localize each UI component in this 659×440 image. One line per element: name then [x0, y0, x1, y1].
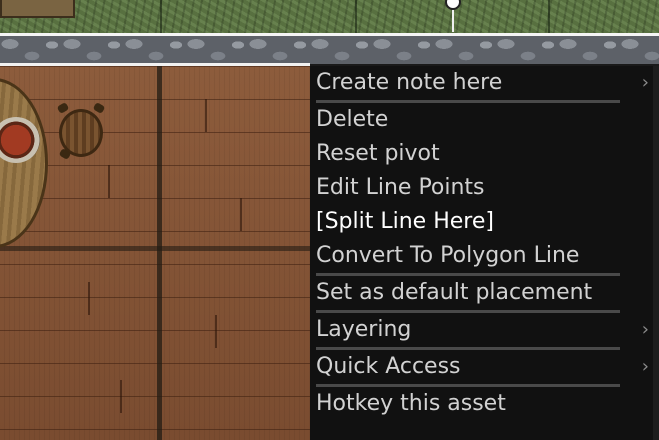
menu-item-set-as-default-placement[interactable]: Set as default placement	[310, 276, 659, 310]
grass-ground	[0, 0, 659, 36]
plank-seam	[215, 315, 217, 348]
menu-item-label: Set as default placement	[316, 280, 593, 305]
menu-scrollbar[interactable]	[653, 66, 659, 440]
plank-seam	[108, 165, 110, 198]
plank-seam	[240, 198, 242, 231]
grid-line	[157, 66, 162, 440]
menu-item-label: Hotkey this asset	[316, 391, 506, 416]
context-menu: Create note here › Delete Reset pivot Edit L…	[310, 66, 659, 440]
chevron-right-icon: ›	[641, 356, 649, 377]
chevron-right-icon: ›	[641, 72, 649, 93]
menu-item-label: Quick Access	[316, 354, 461, 379]
stone-wall[interactable]	[0, 36, 659, 64]
grid-line	[548, 0, 550, 36]
menu-item-label: Create note here	[316, 70, 503, 95]
wooden-crate[interactable]	[0, 0, 75, 18]
menu-item-create-note-here[interactable]: Create note here ›	[310, 66, 659, 100]
menu-item-label: Edit Line Points	[316, 175, 485, 200]
menu-item-reset-pivot[interactable]: Reset pivot	[310, 137, 659, 171]
grid-line	[355, 0, 357, 36]
menu-item-label: Delete	[316, 107, 389, 132]
menu-item-hotkey-this-asset[interactable]: Hotkey this asset	[310, 387, 659, 421]
menu-item-convert-to-polygon-line[interactable]: Convert To Polygon Line	[310, 239, 659, 273]
menu-item-label: [Split Line Here]	[316, 209, 494, 234]
menu-item-label: Reset pivot	[316, 141, 440, 166]
plank-seam	[88, 282, 90, 315]
plank-seam	[120, 380, 122, 413]
menu-item-edit-line-points[interactable]: Edit Line Points	[310, 171, 659, 205]
grid-line	[160, 0, 162, 36]
menu-item-quick-access[interactable]: Quick Access ›	[310, 350, 659, 384]
menu-item-delete[interactable]: Delete	[310, 103, 659, 137]
menu-item-label: Convert To Polygon Line	[316, 243, 580, 268]
menu-item-split-line-here[interactable]: [Split Line Here]	[310, 205, 659, 239]
grid-line	[0, 246, 310, 251]
menu-item-label: Layering	[316, 317, 412, 342]
chevron-right-icon: ›	[641, 319, 649, 340]
menu-item-layering[interactable]: Layering ›	[310, 313, 659, 347]
plank-seam	[205, 99, 207, 132]
